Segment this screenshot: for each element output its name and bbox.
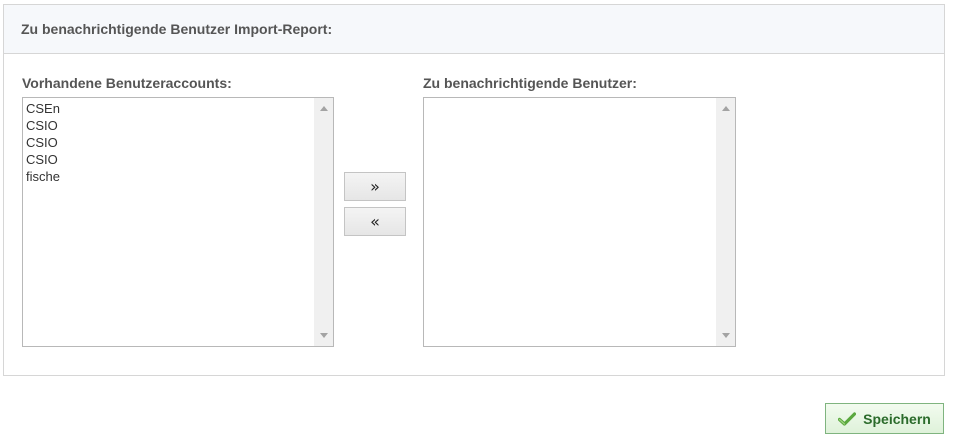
remove-user-button[interactable]: « [344, 207, 406, 236]
available-users-items: CSEn CSIO CSIO CSIO fische [26, 100, 313, 185]
available-users-listbox[interactable]: CSEn CSIO CSIO CSIO fische [22, 97, 334, 347]
selected-users-listbox[interactable] [423, 97, 736, 347]
list-item[interactable]: CSIO [26, 151, 62, 168]
scroll-down-icon[interactable] [722, 333, 730, 338]
scroll-down-icon[interactable] [320, 333, 328, 338]
list-item[interactable]: fische [26, 168, 62, 185]
panel-title: Zu benachrichtigende Benutzer Import-Rep… [4, 5, 944, 54]
scroll-up-icon[interactable] [320, 106, 328, 111]
selected-users-label: Zu benachrichtigende Benutzer: [423, 75, 637, 91]
list-item[interactable]: CSEn [26, 100, 62, 117]
list-item[interactable]: CSIO [26, 134, 62, 151]
available-users-scrollbar[interactable] [314, 98, 333, 346]
add-user-button[interactable]: » [344, 172, 406, 201]
list-item[interactable]: CSIO [26, 117, 62, 134]
selected-users-scrollbar[interactable] [716, 98, 735, 346]
checkmark-icon [838, 411, 857, 426]
available-users-label: Vorhandene Benutzeraccounts: [22, 75, 232, 91]
save-button[interactable]: Speichern [825, 403, 944, 434]
scroll-up-icon[interactable] [722, 106, 730, 111]
save-button-label: Speichern [863, 410, 931, 427]
